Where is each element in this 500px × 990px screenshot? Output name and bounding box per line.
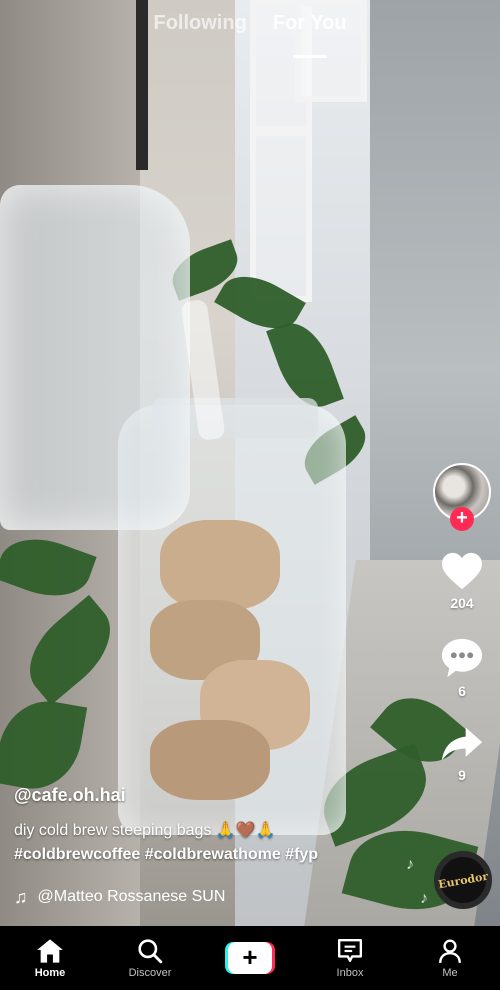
active-tab-indicator — [292, 55, 327, 58]
inbox-icon — [337, 938, 363, 962]
floating-note-icon: ♪ — [420, 890, 428, 907]
nav-create[interactable]: + — [205, 942, 295, 974]
video-scene-pitcher — [0, 185, 190, 530]
likes-count: 204 — [450, 595, 474, 611]
feed-tabs: Following For You — [0, 10, 500, 58]
comment-icon — [441, 638, 483, 678]
music-note-icon: ♫ — [14, 886, 28, 907]
like-button[interactable]: 204 — [440, 551, 484, 611]
profile-icon — [439, 939, 461, 963]
video-caption: @cafe.oh.hai diy cold brew steeping bags… — [14, 785, 414, 864]
follow-button[interactable]: + — [450, 507, 474, 531]
nav-me-label: Me — [442, 966, 458, 979]
music-disc-label: Eurodor — [437, 869, 489, 891]
shares-count: 9 — [458, 767, 466, 783]
heart-icon — [442, 552, 482, 590]
creator-username[interactable]: @cafe.oh.hai — [14, 785, 414, 806]
share-arrow-icon — [441, 727, 483, 761]
nav-discover[interactable]: Discover — [105, 938, 195, 979]
music-title: @Matteo Rossanese SUN — [37, 888, 226, 905]
tab-for-you-label: For You — [272, 12, 347, 34]
create-plus-icon: + — [225, 942, 275, 974]
comment-button[interactable]: 6 — [440, 637, 484, 699]
create-plus-symbol: + — [228, 942, 272, 974]
nav-discover-label: Discover — [128, 966, 172, 979]
tab-for-you[interactable]: For You — [272, 10, 347, 58]
music-disc-button[interactable]: Eurodor — [434, 851, 492, 909]
video-hashtags[interactable]: #coldbrewcoffee #coldbrewathome #fyp — [14, 846, 414, 864]
nav-home[interactable]: Home — [5, 938, 95, 979]
search-icon — [138, 938, 163, 963]
tab-following[interactable]: Following — [153, 10, 246, 50]
music-info[interactable]: ♫ @Matteo Rossanese SUN — [14, 884, 259, 910]
home-icon — [37, 938, 63, 963]
comments-count: 6 — [458, 683, 466, 699]
action-rail: + 204 6 9 — [432, 463, 492, 783]
video-description: diy cold brew steeping bags 🙏🤎🙏 — [14, 822, 276, 839]
nav-inbox-label: Inbox — [336, 966, 364, 979]
nav-me[interactable]: Me — [405, 938, 495, 979]
floating-note-icon: ♪ — [406, 856, 414, 873]
creator-avatar-button[interactable]: + — [433, 463, 491, 531]
share-button[interactable]: 9 — [440, 725, 484, 783]
nav-home-label: Home — [34, 966, 66, 979]
nav-inbox[interactable]: Inbox — [305, 938, 395, 979]
bottom-nav: Home Discover + Inbox Me — [0, 926, 500, 990]
